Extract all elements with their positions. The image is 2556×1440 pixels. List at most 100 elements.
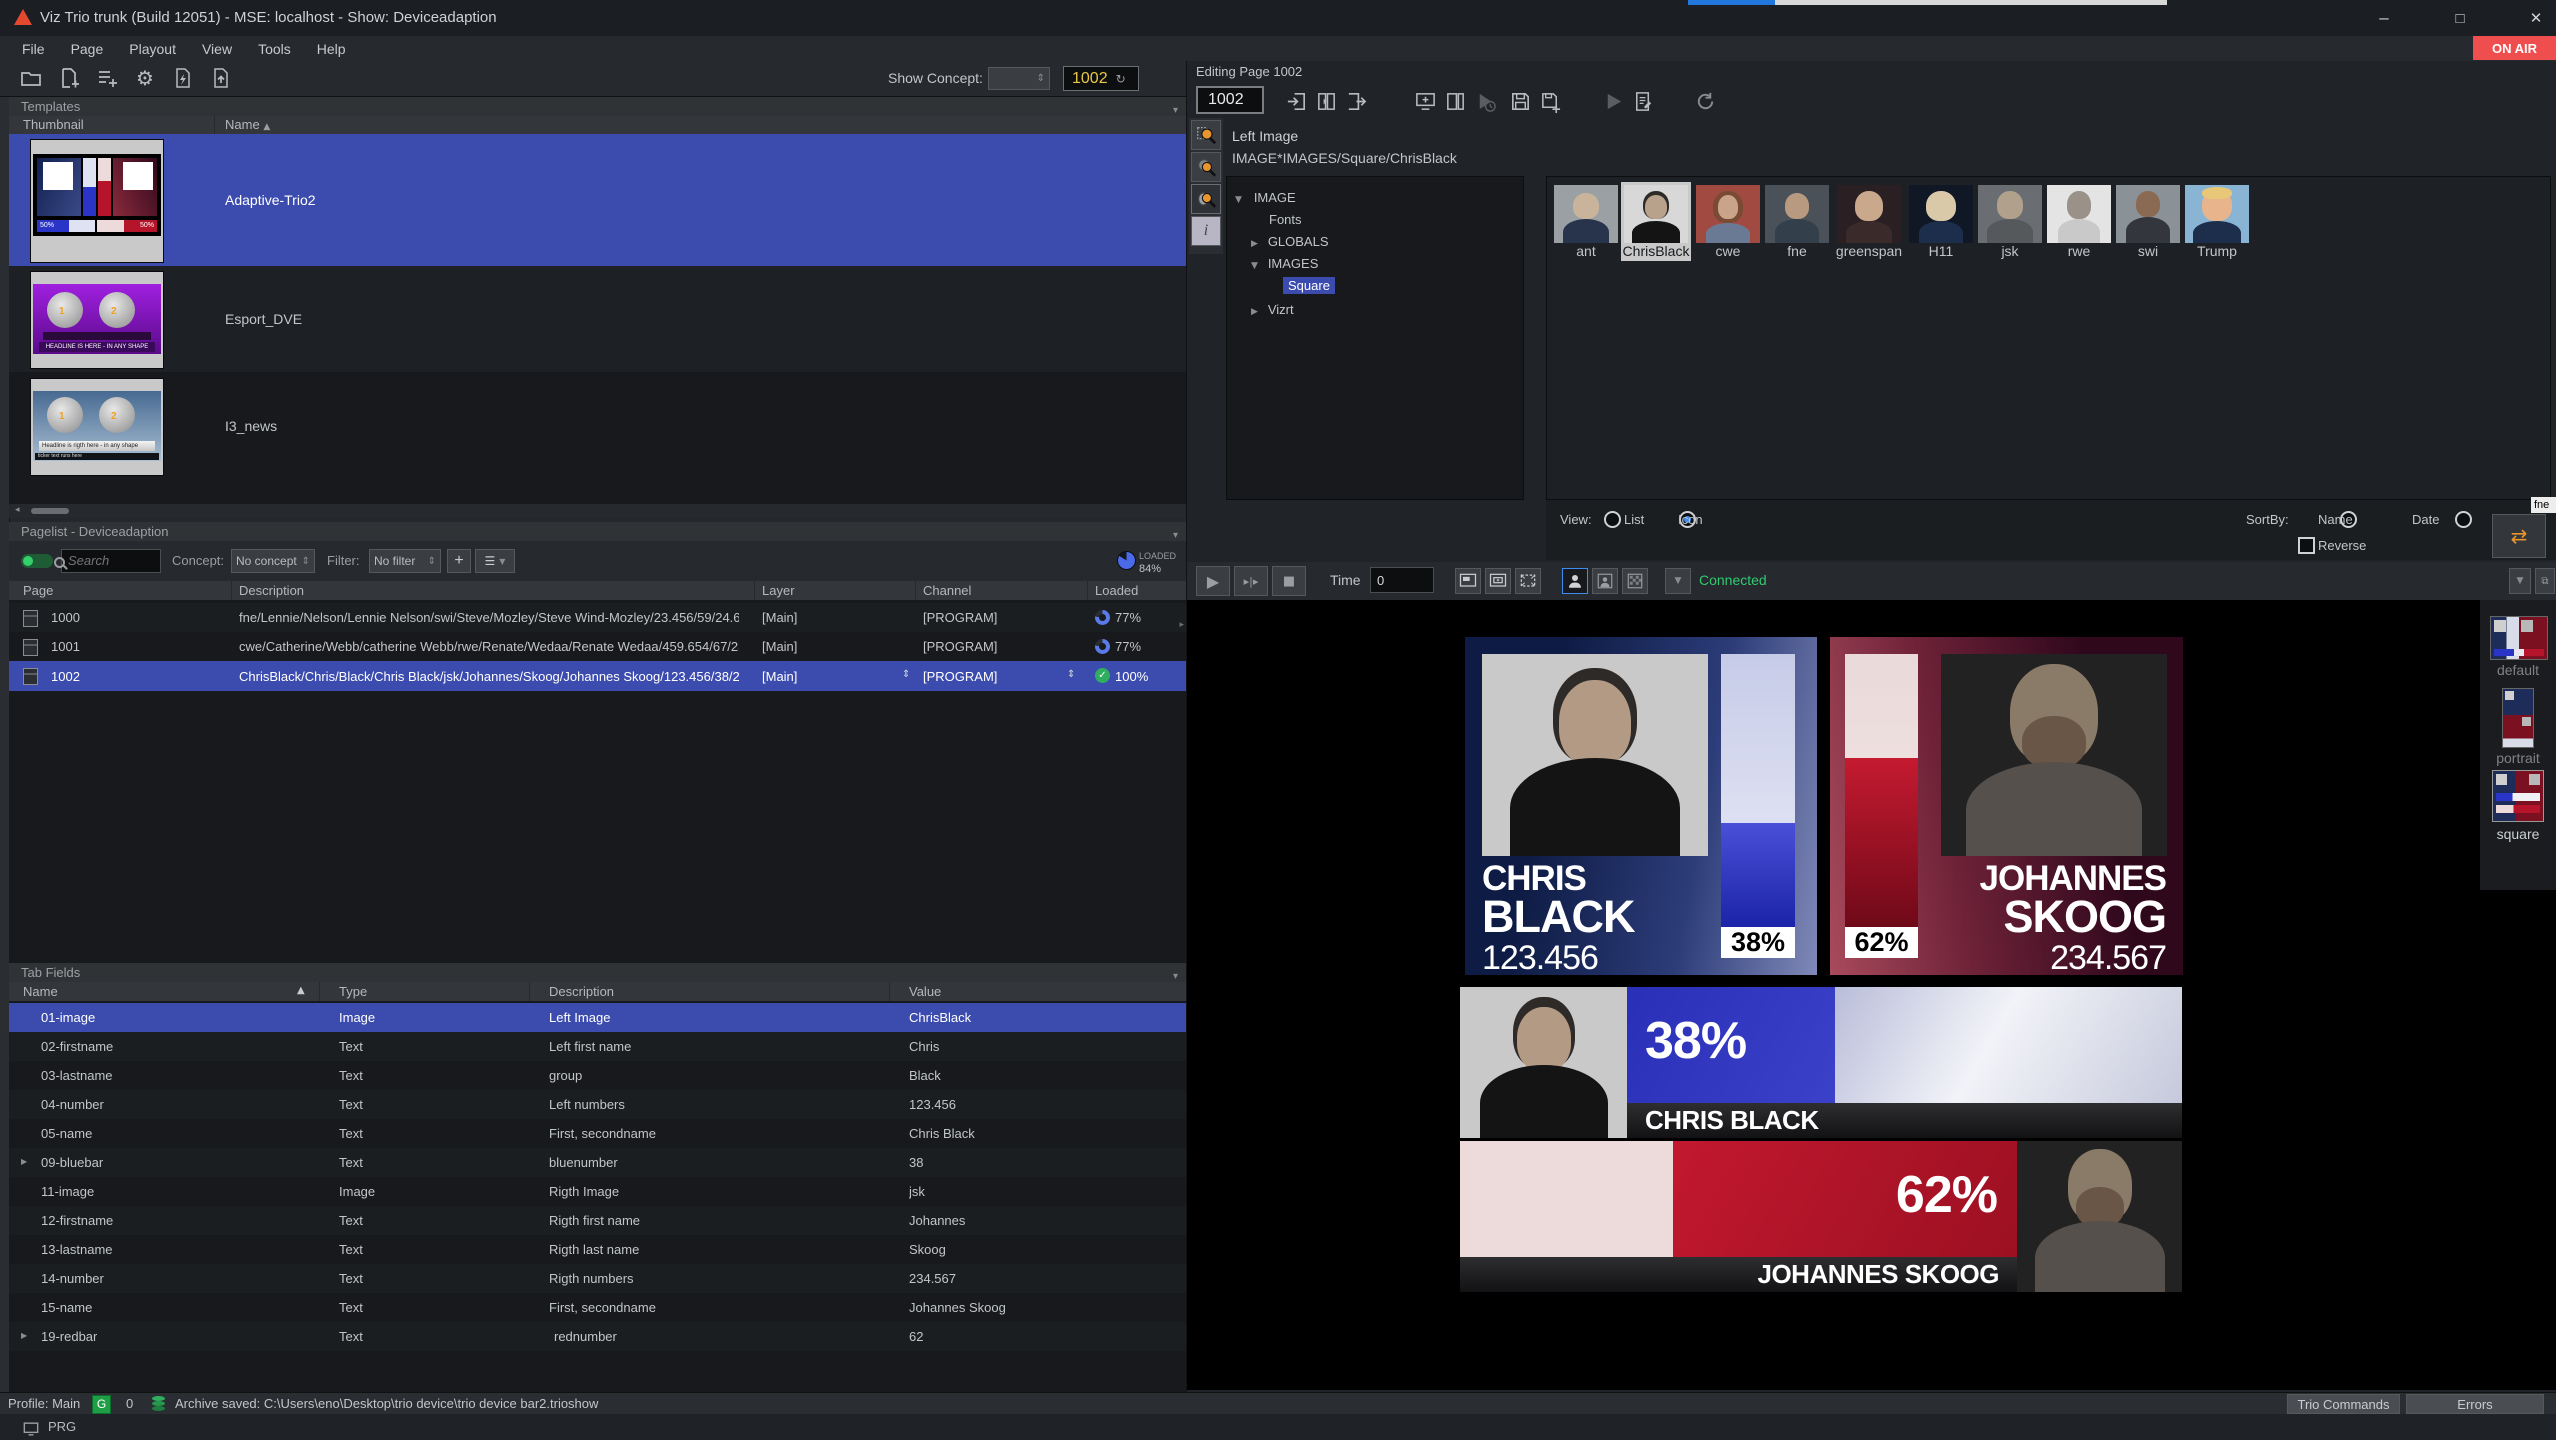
pagelist-row-1000[interactable]: 1000 fne/Lennie/Nelson/Lennie Nelson/swi…: [9, 603, 1186, 632]
snapshot-icon[interactable]: [1412, 88, 1438, 114]
image-thumb-fne[interactable]: fne: [1764, 185, 1830, 259]
templates-hscrollbar[interactable]: ◂: [9, 504, 1186, 518]
templates-panel-header[interactable]: Templates ▾: [9, 97, 1186, 116]
continue-button[interactable]: ▸|▸: [1234, 566, 1268, 596]
sort-asc-icon[interactable]: ▲: [297, 985, 305, 996]
scroll-left-icon[interactable]: ◂: [15, 505, 20, 515]
minimize-button[interactable]: –: [2362, 4, 2406, 32]
col-page[interactable]: Page: [23, 583, 53, 598]
menu-tools[interactable]: Tools: [258, 41, 291, 57]
pagelist-search-box[interactable]: [61, 549, 161, 573]
take-out-icon[interactable]: [1343, 88, 1369, 114]
templates-col-name[interactable]: Name ▲: [225, 117, 270, 132]
stop-button[interactable]: ■: [1272, 566, 1306, 596]
tree-item-globals[interactable]: ▶ GLOBALS: [1251, 233, 1329, 249]
refresh-icon[interactable]: [1692, 88, 1718, 114]
refresh-library-button[interactable]: ⇄: [2492, 514, 2546, 558]
tabfield-row-01-image[interactable]: 01-image Image Left Image ChrisBlack: [9, 1003, 1186, 1032]
new-page-icon[interactable]: [56, 65, 82, 91]
tabfield-row-14-number[interactable]: 14-number Text Rigth numbers 234.567: [9, 1264, 1186, 1293]
image-thumb-ant[interactable]: ant: [1553, 185, 1619, 259]
variant-label-portrait[interactable]: portrait: [2480, 750, 2556, 766]
preview-dropdown-icon[interactable]: ▼: [2509, 568, 2531, 594]
image-thumb-cwe[interactable]: cwe: [1695, 185, 1761, 259]
menu-file[interactable]: File: [22, 41, 45, 57]
read-page-icon[interactable]: [1313, 88, 1339, 114]
layers-icon[interactable]: [1442, 88, 1468, 114]
pagelist-expand-handle[interactable]: ▸: [1179, 620, 1184, 630]
pagelist-enable-toggle[interactable]: [21, 554, 53, 568]
sort-name-label[interactable]: Name: [2318, 512, 2353, 527]
view-icon-label[interactable]: Icon: [1678, 512, 1703, 527]
add-filter-button[interactable]: +: [447, 549, 471, 573]
tree-collapsed-icon[interactable]: ▶: [1251, 239, 1258, 249]
tabfield-row-13-lastname[interactable]: 13-lastname Text Rigth last name Skoog: [9, 1235, 1186, 1264]
image-thumb-trump[interactable]: Trump: [2184, 185, 2250, 259]
variant-thumb-portrait[interactable]: [2502, 688, 2534, 748]
menu-view[interactable]: View: [202, 41, 232, 57]
menu-playout[interactable]: Playout: [129, 41, 176, 57]
col-description[interactable]: Description: [239, 583, 304, 598]
search-folder-tab-icon[interactable]: [1191, 120, 1221, 150]
tabfield-row-12-firstname[interactable]: 12-firstname Text Rigth first name Johan…: [9, 1206, 1186, 1235]
tabfield-row-09-bluebar[interactable]: ▶ 09-bluebar Text bluenumber 38: [9, 1148, 1186, 1177]
image-thumb-h11[interactable]: H11: [1908, 185, 1974, 259]
tree-expanded-icon[interactable]: ▼: [1235, 195, 1242, 205]
take-in-icon[interactable]: [1283, 88, 1309, 114]
tree-item-square[interactable]: Square: [1283, 277, 1335, 294]
search-settings-tab-icon[interactable]: [1191, 152, 1221, 182]
settings-gear-icon[interactable]: ⚙: [132, 65, 158, 91]
view-mode-button[interactable]: ☰▼: [475, 549, 515, 573]
col-loaded[interactable]: Loaded: [1095, 583, 1138, 598]
page-refresh-icon[interactable]: ↻: [1116, 72, 1126, 86]
concept-dropdown[interactable]: No concept⇕: [231, 549, 315, 573]
close-button[interactable]: ✕: [2514, 4, 2556, 32]
tree-expanded-icon[interactable]: ▼: [1251, 261, 1258, 271]
edit-script-icon[interactable]: [1630, 88, 1656, 114]
save-icon[interactable]: [1507, 88, 1533, 114]
tabfield-row-15-name[interactable]: 15-name Text First, secondname Johannes …: [9, 1293, 1186, 1322]
image-thumb-swi[interactable]: swi: [2115, 185, 2181, 259]
variant-label-default[interactable]: default: [2480, 662, 2556, 678]
show-concept-dropdown[interactable]: ⇕: [988, 67, 1050, 90]
export-page-icon[interactable]: [208, 65, 234, 91]
col-description[interactable]: Description: [549, 984, 614, 999]
filter-dropdown[interactable]: No filter⇕: [369, 549, 441, 573]
save-as-icon[interactable]: [1537, 88, 1563, 114]
template-row-i3-news[interactable]: 1 2 Headline is rigth here - in any shap…: [9, 372, 1186, 480]
tree-collapsed-icon[interactable]: ▶: [1251, 307, 1258, 317]
image-thumb-chrisblack[interactable]: ChrisBlack: [1621, 182, 1691, 261]
tabfield-row-02-firstname[interactable]: 02-firstname Text Left first name Chris: [9, 1032, 1186, 1061]
preview-mode-3-icon[interactable]: [1515, 568, 1541, 594]
add-playlist-icon[interactable]: [94, 65, 120, 91]
checker-frame-icon[interactable]: [1622, 568, 1648, 594]
menu-help[interactable]: Help: [317, 41, 346, 57]
preview-mode-2-icon[interactable]: [1485, 568, 1511, 594]
image-thumb-rwe[interactable]: rwe: [2046, 185, 2112, 259]
template-row-esport-dve[interactable]: 1 2 HEADLINE IS HERE - IN ANY SHAPE Espo…: [9, 266, 1186, 372]
prg-label[interactable]: PRG: [48, 1419, 76, 1434]
layer-spinner-icon[interactable]: ⇕: [902, 669, 910, 680]
search-input[interactable]: [66, 552, 142, 569]
pagelist-row-1002[interactable]: 1002 ChrisBlack/Chris/Black/Chris Black/…: [9, 661, 1186, 691]
col-channel[interactable]: Channel: [923, 583, 971, 598]
tree-item-vizrt[interactable]: ▶ Vizrt: [1251, 301, 1294, 317]
info-tab-icon[interactable]: i: [1191, 216, 1221, 246]
variant-label-square[interactable]: square: [2480, 826, 2556, 842]
template-row-adaptive-trio2[interactable]: 50% 50% Adaptive-Trio2: [9, 134, 1186, 266]
person-frame-icon[interactable]: [1592, 568, 1618, 594]
play-button[interactable]: ▶: [1196, 566, 1230, 596]
maximize-button[interactable]: □: [2438, 4, 2482, 32]
page-actions-icon[interactable]: [170, 65, 196, 91]
menu-page[interactable]: Page: [71, 41, 104, 57]
tree-item-images[interactable]: ▼ IMAGES: [1251, 255, 1318, 271]
tree-item-fonts[interactable]: Fonts: [1269, 211, 1302, 227]
search-image-tab-icon[interactable]: [1191, 184, 1221, 214]
person-fill-icon[interactable]: [1562, 568, 1588, 594]
scrollbar-thumb[interactable]: [31, 508, 69, 514]
col-value[interactable]: Value: [909, 984, 941, 999]
expand-row-icon[interactable]: ▶: [21, 1157, 27, 1166]
expand-row-icon[interactable]: ▶: [21, 1331, 27, 1340]
reverse-label[interactable]: Reverse: [2318, 538, 2366, 553]
detach-preview-icon[interactable]: ⧉: [2535, 568, 2555, 594]
